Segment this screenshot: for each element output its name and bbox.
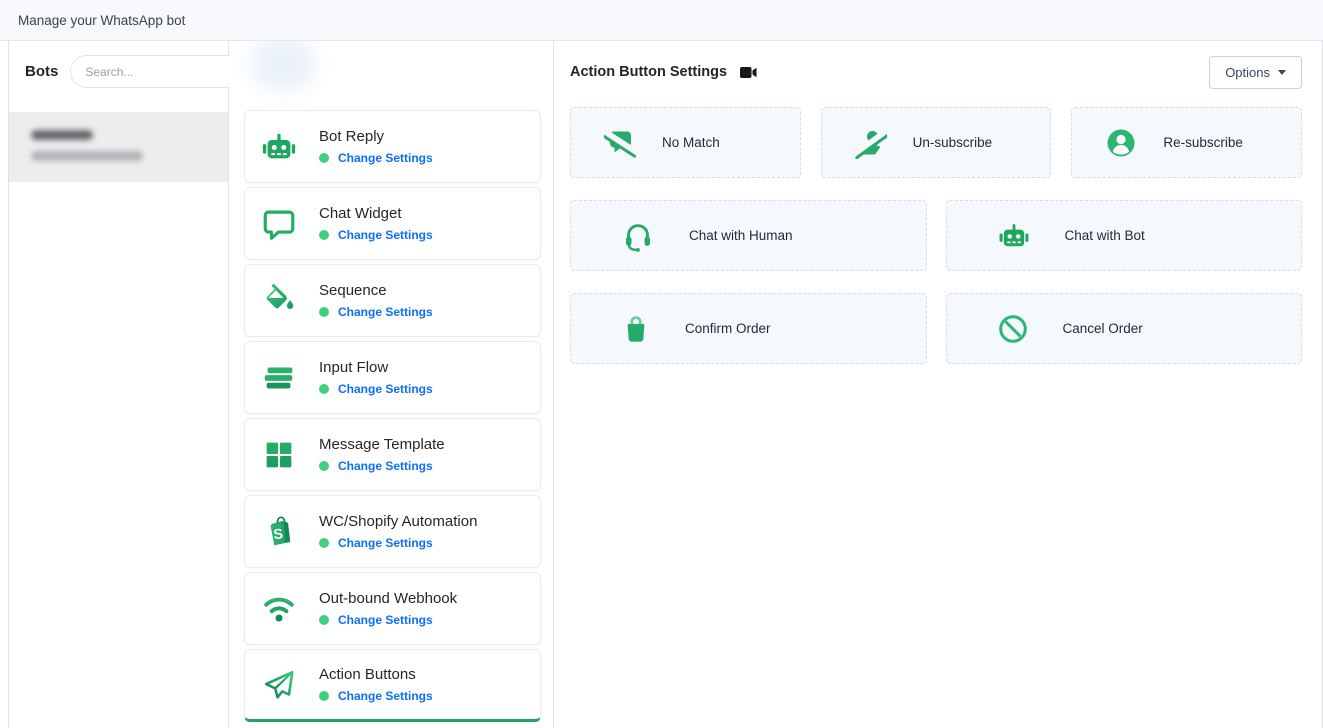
action-button-chat-with-bot[interactable]: Chat with Bot xyxy=(946,200,1303,271)
panel-header: Action Button Settings Options xyxy=(570,41,1302,103)
action-row-1: No Match Un-subscribe xyxy=(570,107,1302,178)
bots-search-input[interactable] xyxy=(70,55,255,88)
feature-card-chat-widget[interactable]: Chat Widget Change Settings xyxy=(244,187,541,260)
status-dot xyxy=(319,461,329,471)
feature-title: Out-bound Webhook xyxy=(319,590,457,607)
feature-title: Bot Reply xyxy=(319,128,433,145)
bots-heading: Bots xyxy=(25,63,58,80)
paint-fill-icon xyxy=(259,281,299,321)
action-settings-panel: Action Button Settings Options xyxy=(555,41,1322,728)
grid-icon xyxy=(259,435,299,475)
action-buttons-grid: No Match Un-subscribe xyxy=(570,107,1302,386)
feature-card-wc-shopify[interactable]: S WC/Shopify Automation Change Settings xyxy=(244,495,541,568)
feature-text: WC/Shopify Automation Change Settings xyxy=(319,513,477,550)
robot-icon xyxy=(259,127,299,167)
status-dot xyxy=(319,538,329,548)
action-button-re-subscribe[interactable]: Re-subscribe xyxy=(1071,107,1302,178)
feature-text: Out-bound Webhook Change Settings xyxy=(319,590,457,627)
action-button-un-subscribe[interactable]: Un-subscribe xyxy=(821,107,1052,178)
bots-sidebar: Bots xyxy=(9,41,229,728)
change-settings-link[interactable]: Change Settings xyxy=(338,151,433,165)
features-column: Bot Reply Change Settings Chat Widget Ch… xyxy=(230,41,554,728)
feature-text: Action Buttons Change Settings xyxy=(319,666,433,703)
change-settings-link[interactable]: Change Settings xyxy=(338,536,433,550)
change-settings-link[interactable]: Change Settings xyxy=(338,228,433,242)
bot-name-redacted xyxy=(31,130,93,140)
feature-card-outbound-webhook[interactable]: Out-bound Webhook Change Settings xyxy=(244,572,541,645)
paper-plane-icon xyxy=(259,665,299,705)
options-button[interactable]: Options xyxy=(1209,56,1302,89)
action-button-confirm-order[interactable]: Confirm Order xyxy=(570,293,927,364)
page-title: Manage your WhatsApp bot xyxy=(18,13,185,28)
panel-title: Action Button Settings xyxy=(570,64,727,80)
bot-list-item-selected[interactable] xyxy=(9,112,228,182)
video-camera-icon[interactable] xyxy=(740,66,757,79)
action-row-3: Confirm Order Cancel Order xyxy=(570,293,1302,364)
feature-card-sequence[interactable]: Sequence Change Settings xyxy=(244,264,541,337)
change-settings-link[interactable]: Change Settings xyxy=(338,613,433,627)
action-button-no-match[interactable]: No Match xyxy=(570,107,801,178)
change-settings-link[interactable]: Change Settings xyxy=(338,382,433,396)
status-dot xyxy=(319,153,329,163)
change-settings-link[interactable]: Change Settings xyxy=(338,459,433,473)
action-button-label: Confirm Order xyxy=(685,321,771,336)
status-dot xyxy=(319,691,329,701)
action-button-label: Un-subscribe xyxy=(913,135,993,150)
chat-bubble-icon xyxy=(259,204,299,244)
headset-icon xyxy=(621,219,655,253)
feature-text: Input Flow Change Settings xyxy=(319,359,433,396)
feature-card-input-flow[interactable]: Input Flow Change Settings xyxy=(244,341,541,414)
options-button-label: Options xyxy=(1225,65,1270,80)
user-circle-icon xyxy=(1105,127,1137,159)
list-bars-icon xyxy=(259,358,299,398)
topbar: Manage your WhatsApp bot xyxy=(0,0,1323,41)
action-button-label: Chat with Human xyxy=(689,228,793,243)
change-settings-link[interactable]: Change Settings xyxy=(338,305,433,319)
feature-text: Message Template Change Settings xyxy=(319,436,445,473)
feature-title: Message Template xyxy=(319,436,445,453)
user-slash-icon xyxy=(855,127,887,159)
action-button-label: No Match xyxy=(662,135,720,150)
ban-icon xyxy=(997,313,1029,345)
status-dot xyxy=(319,307,329,317)
status-dot xyxy=(319,615,329,625)
robot-icon xyxy=(997,219,1031,253)
caret-down-icon xyxy=(1278,70,1286,75)
action-button-label: Chat with Bot xyxy=(1065,228,1145,243)
feature-card-bot-reply[interactable]: Bot Reply Change Settings xyxy=(244,110,541,183)
feature-title: Action Buttons xyxy=(319,666,433,683)
shopping-bag-icon xyxy=(621,314,651,344)
feature-card-list: Bot Reply Change Settings Chat Widget Ch… xyxy=(244,110,541,726)
feature-title: WC/Shopify Automation xyxy=(319,513,477,530)
feature-card-action-buttons[interactable]: Action Buttons Change Settings xyxy=(244,649,541,722)
action-button-cancel-order[interactable]: Cancel Order xyxy=(946,293,1303,364)
status-dot xyxy=(319,384,329,394)
chat-slash-icon xyxy=(604,127,636,159)
feature-text: Bot Reply Change Settings xyxy=(319,128,433,165)
shopify-bag-icon: S xyxy=(259,512,299,552)
feature-title: Chat Widget xyxy=(319,205,433,222)
status-dot xyxy=(319,230,329,240)
feature-text: Sequence Change Settings xyxy=(319,282,433,319)
action-row-2: Chat with Human xyxy=(570,200,1302,271)
wifi-icon xyxy=(259,589,299,629)
action-button-label: Re-subscribe xyxy=(1163,135,1243,150)
sidebar-header: Bots xyxy=(9,41,228,88)
main-panel: Bots xyxy=(8,41,1323,728)
feature-text: Chat Widget Change Settings xyxy=(319,205,433,242)
action-button-label: Cancel Order xyxy=(1063,321,1143,336)
feature-card-message-template[interactable]: Message Template Change Settings xyxy=(244,418,541,491)
bot-phone-redacted xyxy=(31,151,143,161)
action-button-chat-with-human[interactable]: Chat with Human xyxy=(570,200,927,271)
feature-title: Input Flow xyxy=(319,359,433,376)
change-settings-link[interactable]: Change Settings xyxy=(338,689,433,703)
blurred-avatar xyxy=(250,41,316,91)
svg-text:S: S xyxy=(273,526,284,543)
feature-title: Sequence xyxy=(319,282,433,299)
